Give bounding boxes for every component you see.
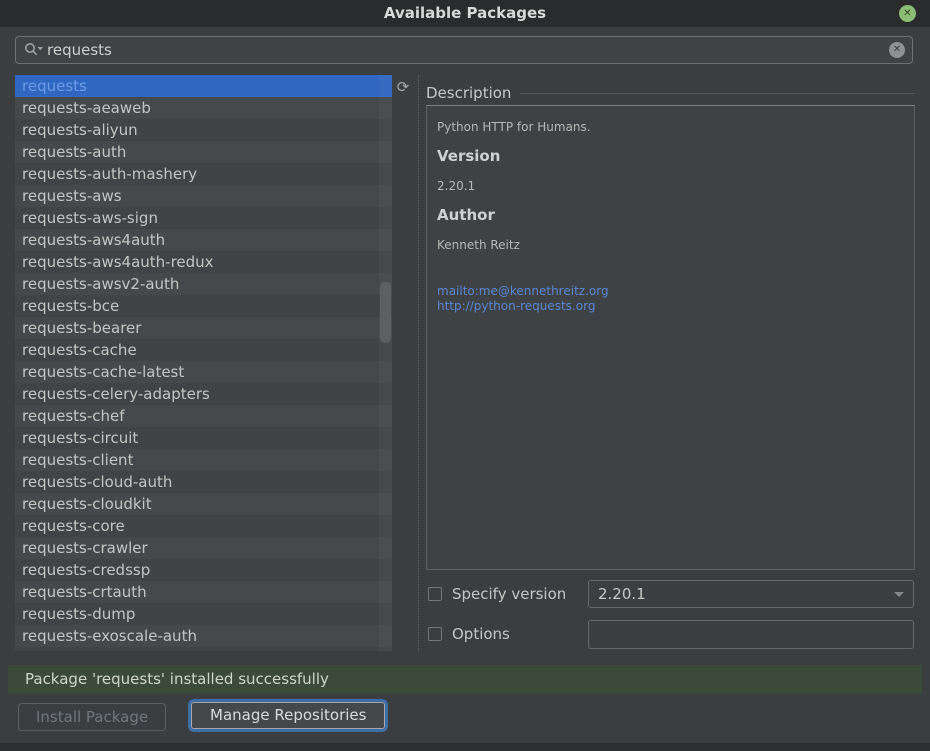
search-icon[interactable]: [24, 42, 44, 58]
author-value: Kenneth Reitz: [437, 238, 520, 252]
title-bar: Available Packages ✕: [0, 0, 930, 27]
panel-splitter[interactable]: [418, 75, 419, 651]
refresh-icon[interactable]: ⟳: [394, 78, 412, 96]
list-item[interactable]: requests-aeaweb: [15, 97, 392, 119]
list-item[interactable]: requests-auth-mashery: [15, 163, 392, 185]
list-item[interactable]: requests-chef: [15, 405, 392, 427]
list-item[interactable]: requests-auth: [15, 141, 392, 163]
window-title: Available Packages: [383, 4, 547, 22]
options-input[interactable]: [588, 620, 914, 649]
list-item[interactable]: requests-client: [15, 449, 392, 471]
install-package-button[interactable]: Install Package: [18, 703, 167, 731]
description-panel: Python HTTP for Humans. Version 2.20.1 A…: [426, 105, 915, 570]
chevron-down-icon: [894, 592, 904, 597]
status-message: Package 'requests' installed successfull…: [8, 665, 922, 694]
list-item[interactable]: requests-awsv2-auth: [15, 273, 392, 295]
list-item[interactable]: requests-crawler: [15, 537, 392, 559]
clear-search-icon[interactable]: ✕: [889, 42, 905, 58]
list-item[interactable]: requests-cloud-auth: [15, 471, 392, 493]
list-item[interactable]: requests-aws4auth-redux: [15, 251, 392, 273]
list-item[interactable]: requests-credssp: [15, 559, 392, 581]
version-select-value: 2.20.1: [598, 585, 646, 603]
homepage-link[interactable]: http://python-requests.org: [437, 299, 904, 314]
list-item[interactable]: requests-cache-latest: [15, 361, 392, 383]
list-item[interactable]: requests-cache: [15, 339, 392, 361]
list-item[interactable]: requests-celery-adapters: [15, 383, 392, 405]
scrollbar[interactable]: [379, 75, 392, 651]
package-summary: Python HTTP for Humans.: [437, 120, 591, 134]
list-item[interactable]: requests-crtauth: [15, 581, 392, 603]
description-header: Description: [426, 84, 915, 102]
version-value: 2.20.1: [437, 179, 476, 193]
package-list[interactable]: requests requests-aeaweb requests-aliyun re…: [15, 75, 392, 651]
list-item[interactable]: requests-aliyun: [15, 119, 392, 141]
list-item[interactable]: requests-bce: [15, 295, 392, 317]
search-value: requests: [47, 41, 112, 59]
specify-version-label: Specify version: [452, 585, 567, 603]
list-item[interactable]: requests-core: [15, 515, 392, 537]
list-item[interactable]: requests-cloudkit: [15, 493, 392, 515]
list-item[interactable]: requests-dump: [15, 603, 392, 625]
manage-repositories-button[interactable]: Manage Repositories: [191, 702, 386, 729]
list-item[interactable]: requests-bearer: [15, 317, 392, 339]
list-item[interactable]: requests-aws-sign: [15, 207, 392, 229]
version-select[interactable]: 2.20.1: [588, 580, 914, 608]
list-item[interactable]: requests-exoscale-auth: [15, 625, 392, 647]
options-checkbox[interactable]: [428, 627, 442, 641]
list-toolbar: [392, 75, 413, 651]
version-heading: Version: [437, 147, 501, 165]
package-links: mailto:me@kennethreitz.org http://python…: [437, 284, 904, 314]
scrollbar-thumb[interactable]: [380, 282, 391, 343]
search-input[interactable]: requests ✕: [15, 36, 913, 64]
author-email-link[interactable]: mailto:me@kennethreitz.org: [437, 284, 904, 299]
specify-version-checkbox[interactable]: [428, 587, 442, 601]
list-item[interactable]: requests-aws: [15, 185, 392, 207]
author-heading: Author: [437, 206, 495, 224]
close-icon[interactable]: ✕: [899, 5, 916, 22]
options-label: Options: [452, 625, 510, 643]
window-bottom-edge: [0, 743, 930, 751]
list-item[interactable]: requests: [15, 75, 392, 97]
list-item[interactable]: requests-aws4auth: [15, 229, 392, 251]
list-item[interactable]: requests-circuit: [15, 427, 392, 449]
